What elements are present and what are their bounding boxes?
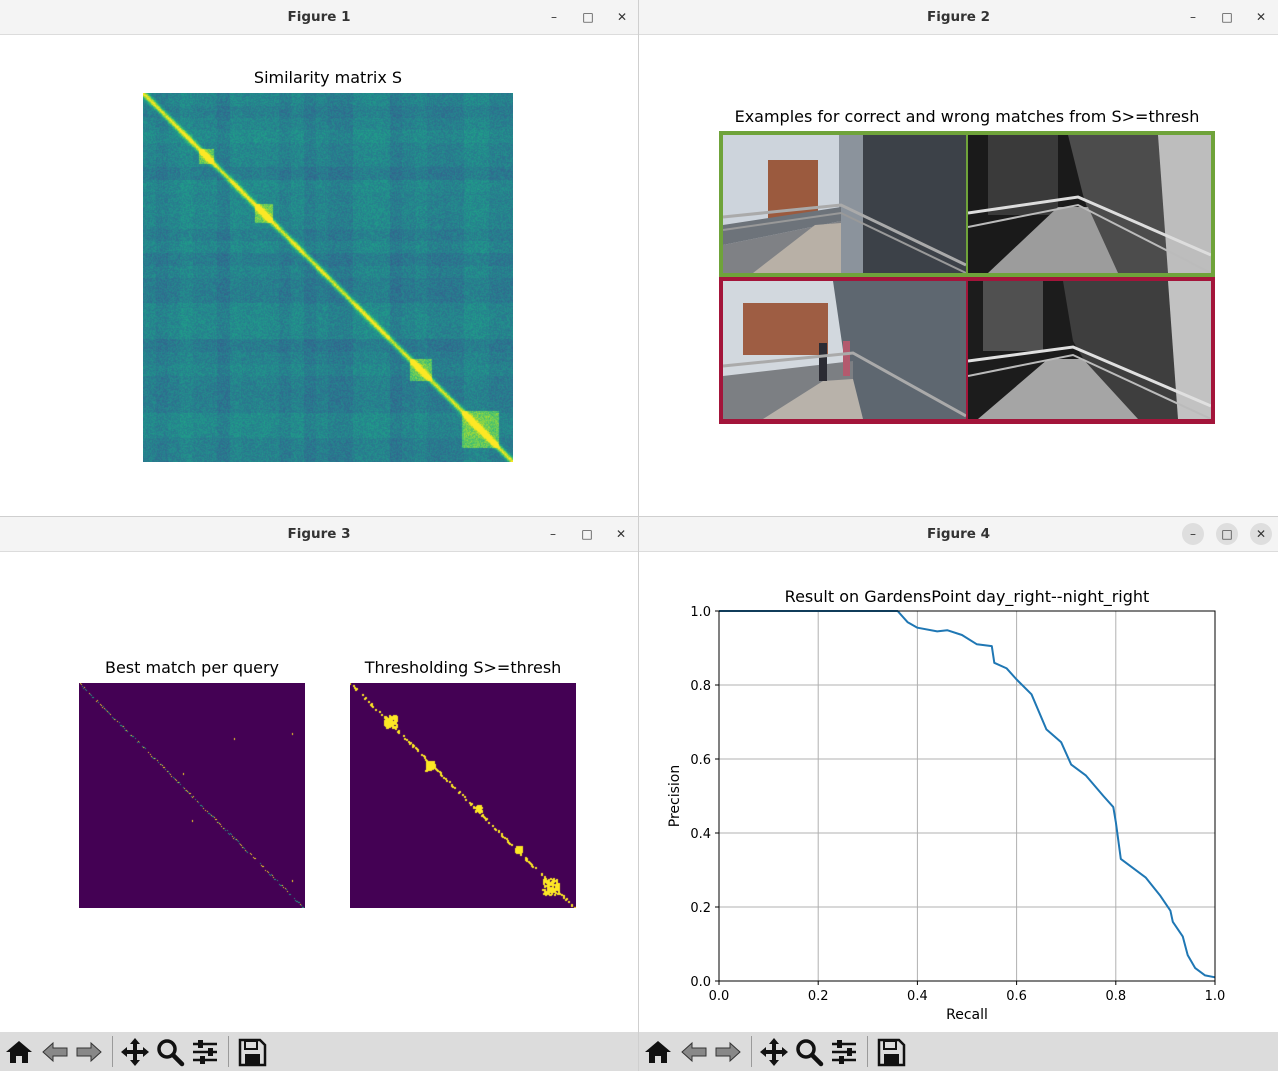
y-tick-label: 0.0	[690, 975, 711, 990]
minimize-button[interactable]: –	[543, 6, 565, 28]
precision-recall-line	[719, 610, 1216, 979]
home-icon	[645, 1041, 671, 1063]
maximize-button[interactable]: □	[576, 523, 598, 545]
best-match-matrix	[79, 683, 305, 908]
threshold-title: Thresholding S>=thresh	[364, 658, 562, 677]
threshold-matrix	[350, 683, 576, 908]
save-icon	[877, 1038, 906, 1067]
correct-match-day-image	[723, 135, 966, 273]
pan-button[interactable]	[757, 1035, 791, 1069]
toolbar-separator	[228, 1036, 229, 1067]
toolbar-separator	[751, 1036, 752, 1067]
configure-subplots-button[interactable]	[188, 1035, 222, 1069]
title-bar[interactable]: Figure 2 – □ ✕	[639, 0, 1278, 35]
y-axis-label: Precision	[667, 765, 683, 827]
home-button[interactable]	[2, 1035, 36, 1069]
save-icon	[238, 1038, 267, 1067]
chart-title: Result on GardensPoint day_right--night_…	[785, 587, 1150, 607]
pan-icon	[121, 1038, 149, 1066]
forward-button[interactable]	[711, 1035, 745, 1069]
examples-title: Examples for correct and wrong matches f…	[734, 107, 1200, 126]
x-tick-label: 0.0	[709, 989, 730, 1004]
title-bar[interactable]: Figure 3 – □ ✕	[0, 517, 638, 552]
similarity-matrix-heatmap	[143, 93, 513, 462]
correct-match-panel	[719, 131, 1215, 277]
minimize-button[interactable]: –	[1182, 6, 1204, 28]
wrong-match-night-image	[968, 281, 1211, 419]
plot-frame	[718, 610, 1216, 982]
y-tick-label: 0.4	[690, 827, 711, 842]
x-tick-label: 1.0	[1205, 989, 1226, 1004]
y-tick-label: 0.6	[690, 753, 711, 768]
x-tick-label: 0.2	[808, 989, 829, 1004]
zoom-icon	[157, 1039, 185, 1067]
minimize-button[interactable]: –	[542, 523, 564, 545]
title-bar[interactable]: Figure 1 – □ ✕	[0, 0, 638, 35]
zoom-button[interactable]	[153, 1035, 187, 1069]
toolbar-separator	[112, 1036, 113, 1067]
configure-subplots-icon	[832, 1040, 856, 1064]
maximize-button[interactable]: □	[577, 6, 599, 28]
x-tick-label: 0.4	[907, 989, 928, 1004]
correct-match-night-image	[968, 135, 1211, 273]
pan-button[interactable]	[118, 1035, 152, 1069]
best-match-title: Best match per query	[104, 658, 280, 677]
pan-icon	[760, 1038, 788, 1066]
configure-subplots-button[interactable]	[827, 1035, 861, 1069]
figure-2-window: Figure 2 – □ ✕ Examples for correct and …	[638, 0, 1278, 516]
zoom-button[interactable]	[792, 1035, 826, 1069]
y-tick-label: 1.0	[690, 605, 711, 620]
x-tick-label: 0.8	[1105, 989, 1126, 1004]
figure-1-window: Figure 1 – □ ✕ Similarity matrix S	[0, 0, 638, 516]
close-button[interactable]: ✕	[1250, 6, 1272, 28]
figure-4-window: Figure 4 – □ ✕ 0.0 0.2 0.4 0.6 0.8 1.0 0.0 0.2 0…	[638, 516, 1278, 1071]
navigation-toolbar	[0, 1032, 638, 1071]
forward-icon	[76, 1041, 102, 1063]
back-icon	[42, 1041, 68, 1063]
y-tick-label: 0.8	[690, 679, 711, 694]
precision-recall-chart: 0.0 0.2 0.4 0.6 0.8 1.0 0.0 0.2 0.4 0.6 0.8 1.0 Resu…	[667, 587, 1226, 1023]
wrong-match-panel	[719, 277, 1215, 424]
toolbar-separator	[867, 1036, 868, 1067]
configure-subplots-icon	[193, 1040, 217, 1064]
y-tick-label: 0.2	[690, 901, 711, 916]
close-button[interactable]: ✕	[610, 523, 632, 545]
forward-button[interactable]	[72, 1035, 106, 1069]
similarity-matrix-title: Similarity matrix S	[253, 68, 403, 87]
zoom-icon	[796, 1039, 824, 1067]
x-axis-label: Recall	[946, 1007, 988, 1023]
wrong-match-day-image	[723, 281, 966, 419]
back-button[interactable]	[677, 1035, 711, 1069]
figure-3-window: Figure 3 – □ ✕ Best match per query Thre…	[0, 516, 638, 1071]
navigation-toolbar	[639, 1032, 1278, 1071]
back-icon	[681, 1041, 707, 1063]
x-tick-label: 0.6	[1006, 989, 1027, 1004]
save-button[interactable]	[235, 1035, 269, 1069]
home-button[interactable]	[641, 1035, 675, 1069]
maximize-button[interactable]: □	[1216, 6, 1238, 28]
home-icon	[6, 1041, 32, 1063]
forward-icon	[715, 1041, 741, 1063]
save-button[interactable]	[874, 1035, 908, 1069]
close-button[interactable]: ✕	[611, 6, 633, 28]
back-button[interactable]	[38, 1035, 72, 1069]
